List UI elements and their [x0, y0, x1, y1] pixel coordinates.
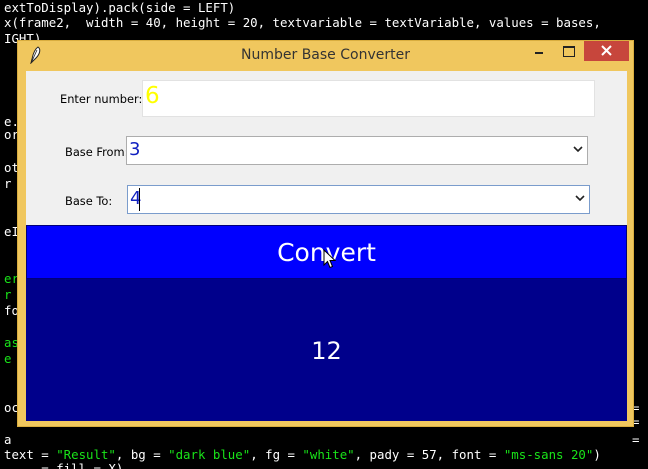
code-token: , bg = — [115, 447, 169, 462]
app-window: Number Base Converter Enter number: 6 Ba… — [17, 40, 634, 427]
chevron-down-icon[interactable] — [575, 194, 585, 202]
code-line: r — [4, 287, 12, 302]
enter-number-label: Enter number: — [60, 92, 143, 106]
number-input[interactable]: 6 — [142, 80, 595, 117]
base-to-combobox[interactable]: 4 — [127, 185, 590, 214]
code-token: "white" — [302, 447, 355, 462]
code-token: "Result" — [56, 447, 116, 462]
code-line: e — [4, 351, 12, 366]
result-value: 12 — [311, 337, 342, 365]
code-line-last: = fill = X) — [4, 461, 124, 469]
code-line: = — [632, 432, 640, 447]
code-token: text = — [4, 447, 57, 462]
base-from-combobox[interactable]: 3 — [126, 136, 588, 165]
code-token: ) — [593, 447, 601, 462]
code-line: a — [4, 432, 12, 447]
code-token: "dark blue" — [168, 447, 251, 462]
convert-button[interactable]: Convert — [26, 225, 627, 279]
close-button[interactable] — [584, 41, 629, 61]
base-to-label: Base To: — [65, 194, 113, 208]
close-icon — [601, 45, 612, 56]
base-from-value: 3 — [129, 139, 141, 160]
title-bar[interactable]: Number Base Converter — [18, 41, 633, 68]
mouse-pointer-icon — [323, 249, 336, 269]
chevron-down-icon[interactable] — [573, 145, 583, 153]
code-line: extToDisplay).pack(side = LEFT) — [4, 0, 236, 15]
code-token: , fg = — [250, 447, 303, 462]
base-from-label: Base From: — [65, 145, 129, 159]
code-token: , pady = 57, font = — [354, 447, 504, 462]
code-line: r — [4, 176, 12, 191]
result-panel: 12 — [26, 279, 627, 421]
minimize-icon[interactable] — [526, 41, 552, 61]
code-line: x(frame2, width = 40, height = 20, textv… — [4, 15, 601, 30]
text-caret — [139, 188, 140, 211]
number-input-value: 6 — [145, 83, 160, 109]
code-token: "ms-sans 20" — [503, 447, 594, 462]
app-content: Enter number: 6 Base From: 3 Base To: 4 … — [26, 71, 627, 421]
maximize-icon[interactable] — [555, 41, 581, 61]
